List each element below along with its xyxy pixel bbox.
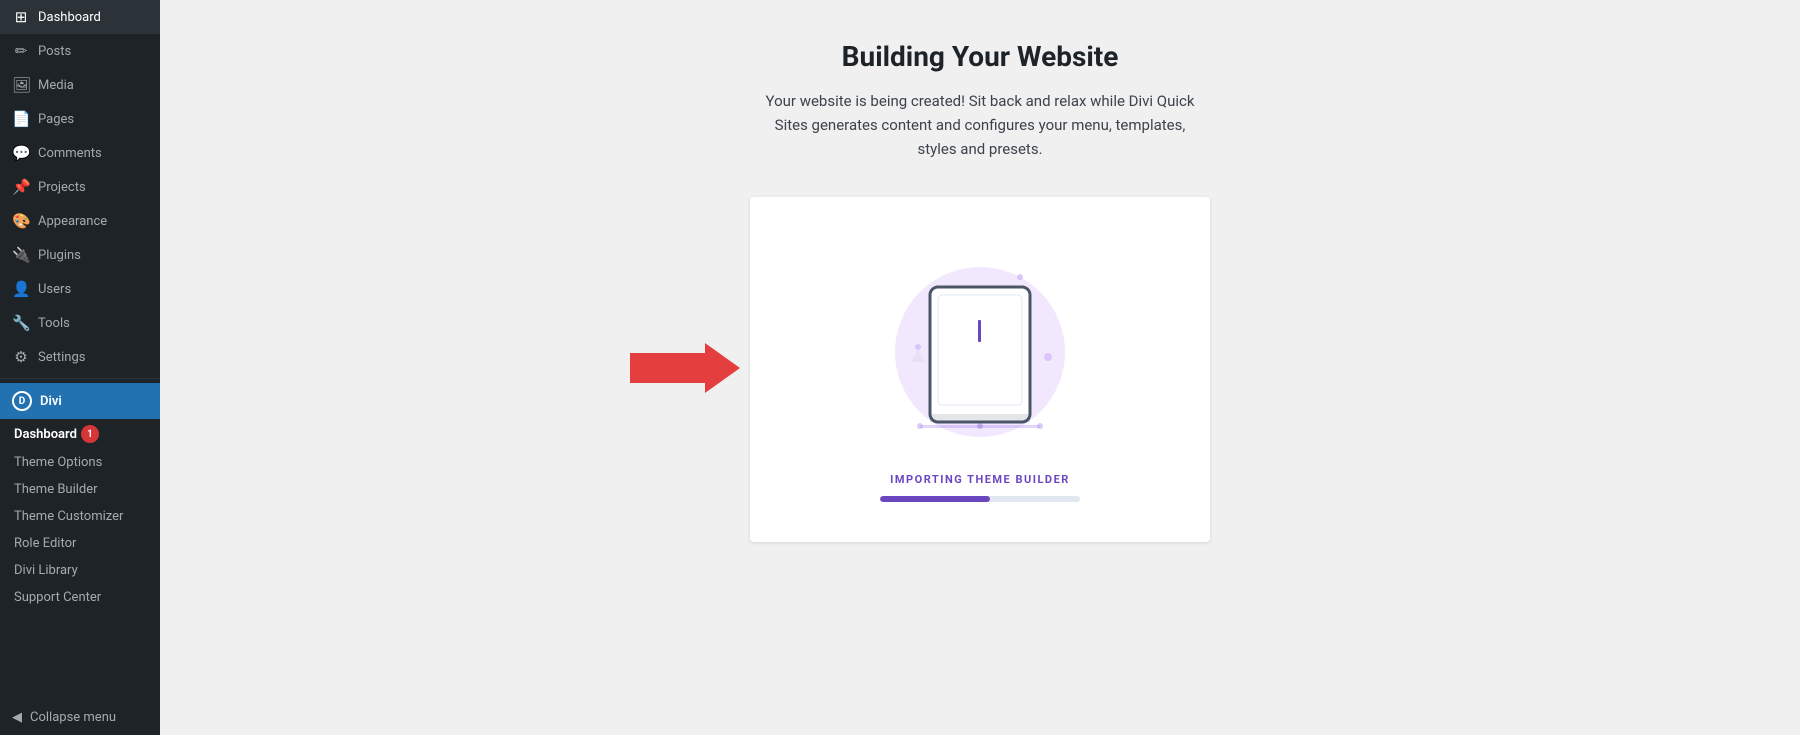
users-icon: 👤: [12, 280, 30, 298]
divi-submenu: Dashboard 1 Theme Options Theme Builder …: [0, 419, 160, 611]
sidebar-label-users: Users: [38, 282, 71, 297]
sidebar-item-media[interactable]: 🖼 Media: [0, 68, 160, 102]
sidebar-item-theme-customizer[interactable]: Theme Customizer: [0, 503, 160, 530]
theme-builder-label: Theme Builder: [14, 482, 98, 497]
page-title: Building Your Website: [842, 40, 1119, 73]
sidebar-item-divi-library[interactable]: Divi Library: [0, 557, 160, 584]
appearance-icon: 🎨: [12, 212, 30, 230]
sidebar-item-support-center[interactable]: Support Center: [0, 584, 160, 611]
main-content: Building Your Website Your website is be…: [160, 0, 1800, 735]
sidebar-item-role-editor[interactable]: Role Editor: [0, 530, 160, 557]
divi-library-label: Divi Library: [14, 563, 78, 578]
pages-icon: 📄: [12, 110, 30, 128]
divi-dashboard-label: Dashboard: [14, 427, 77, 442]
comments-icon: 💬: [12, 144, 30, 162]
divi-logo: D: [12, 391, 32, 411]
import-status-label: IMPORTING THEME BUILDER: [890, 473, 1070, 486]
sidebar-label-tools: Tools: [38, 316, 70, 331]
arrow-indicator: [630, 338, 740, 402]
progress-bar-fill: [880, 496, 990, 502]
sidebar-item-posts[interactable]: ✏ Posts: [0, 34, 160, 68]
dashboard-icon: ⊞: [12, 8, 30, 26]
sidebar-item-divi-dashboard[interactable]: Dashboard 1: [0, 419, 160, 449]
sidebar-item-appearance[interactable]: 🎨 Appearance: [0, 204, 160, 238]
illustration-card: IMPORTING THEME BUILDER: [750, 197, 1210, 542]
website-illustration: [870, 242, 1090, 452]
sidebar-item-plugins[interactable]: 🔌 Plugins: [0, 238, 160, 272]
page-subtitle: Your website is being created! Sit back …: [760, 89, 1200, 161]
support-center-label: Support Center: [14, 590, 101, 605]
theme-options-label: Theme Options: [14, 455, 102, 470]
sidebar-item-settings[interactable]: ⚙ Settings: [0, 340, 160, 374]
collapse-icon: ◀: [12, 710, 22, 725]
sidebar-label-settings: Settings: [38, 350, 85, 365]
sidebar-label-media: Media: [38, 78, 74, 93]
sidebar-item-tools[interactable]: 🔧 Tools: [0, 306, 160, 340]
arrow-right-icon: [630, 338, 740, 398]
divi-label: Divi: [40, 394, 62, 409]
sidebar-label-posts: Posts: [38, 44, 71, 59]
sidebar-item-comments[interactable]: 💬 Comments: [0, 136, 160, 170]
sidebar-item-theme-options[interactable]: Theme Options: [0, 449, 160, 476]
media-icon: 🖼: [12, 76, 30, 94]
posts-icon: ✏: [12, 42, 30, 60]
sidebar-label-projects: Projects: [38, 180, 86, 195]
theme-customizer-label: Theme Customizer: [14, 509, 123, 524]
progress-bar: [880, 496, 1080, 502]
sidebar-item-theme-builder[interactable]: Theme Builder: [0, 476, 160, 503]
sidebar-divider: [0, 378, 160, 379]
sidebar-label-dashboard: Dashboard: [38, 10, 101, 25]
sidebar-label-plugins: Plugins: [38, 248, 81, 263]
sidebar: ⊞ Dashboard ✏ Posts 🖼 Media 📄 Pages 💬 Co…: [0, 0, 160, 735]
settings-icon: ⚙: [12, 348, 30, 366]
sidebar-item-users[interactable]: 👤 Users: [0, 272, 160, 306]
sidebar-item-divi[interactable]: D Divi: [0, 383, 160, 419]
illustration-area: [860, 237, 1100, 457]
sidebar-label-pages: Pages: [38, 112, 74, 127]
collapse-label: Collapse menu: [30, 710, 116, 725]
collapse-menu-button[interactable]: ◀ Collapse menu: [0, 700, 160, 735]
sidebar-item-pages[interactable]: 📄 Pages: [0, 102, 160, 136]
plugins-icon: 🔌: [12, 246, 30, 264]
role-editor-label: Role Editor: [14, 536, 76, 551]
sidebar-label-appearance: Appearance: [38, 214, 107, 229]
sidebar-item-projects[interactable]: 📌 Projects: [0, 170, 160, 204]
tools-icon: 🔧: [12, 314, 30, 332]
dashboard-badge: 1: [81, 425, 99, 443]
sidebar-item-dashboard[interactable]: ⊞ Dashboard: [0, 0, 160, 34]
sidebar-label-comments: Comments: [38, 146, 102, 161]
projects-icon: 📌: [12, 178, 30, 196]
